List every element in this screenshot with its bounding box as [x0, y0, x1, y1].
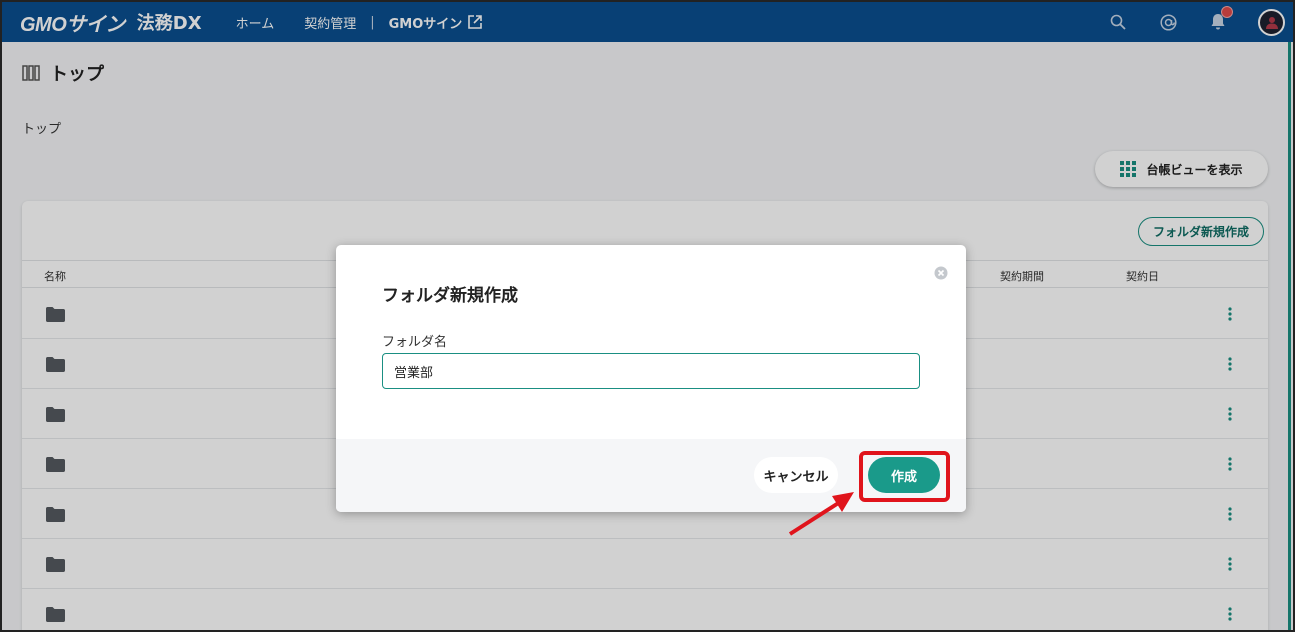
annotation-arrow-icon — [788, 492, 854, 536]
app-window: GMOサイン 法務DX ホーム 契約管理 | GMOサイン トップ トップ 台帳… — [0, 0, 1295, 632]
annotation-highlight-box — [859, 451, 950, 502]
folder-name-input[interactable] — [382, 353, 920, 389]
dialog-title: フォルダ新規作成 — [382, 286, 518, 306]
folder-name-label: フォルダ名 — [382, 335, 448, 350]
close-icon[interactable] — [934, 265, 948, 284]
